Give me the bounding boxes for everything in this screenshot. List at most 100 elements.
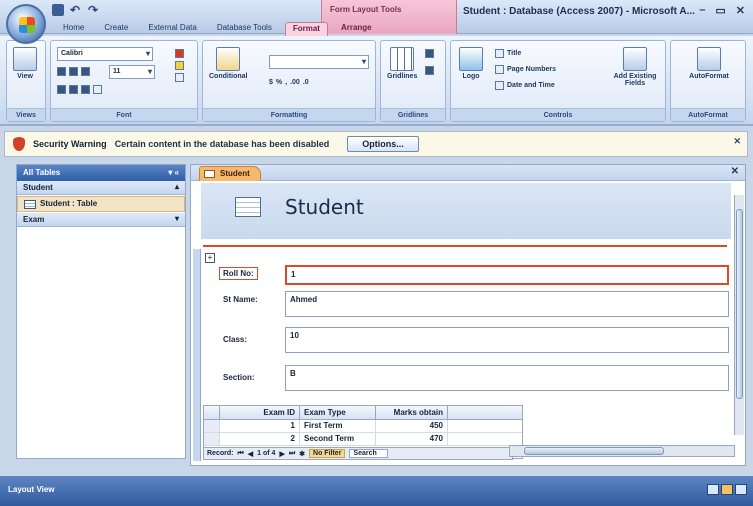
- undo-icon[interactable]: ↶: [70, 4, 82, 16]
- vertical-scrollbar[interactable]: [734, 195, 744, 435]
- horizontal-scrollbar[interactable]: [509, 445, 735, 457]
- increase-decimals-button[interactable]: .00: [290, 79, 300, 86]
- gridlines-button[interactable]: Gridlines: [387, 47, 417, 80]
- tab-database-tools[interactable]: Database Tools: [210, 22, 279, 36]
- security-warning-bar: Security Warning Certain content in the …: [4, 131, 748, 157]
- cell-exam-id[interactable]: 2: [220, 433, 300, 445]
- tab-arrange[interactable]: Arrange: [334, 22, 379, 36]
- percent-button[interactable]: %: [276, 79, 282, 86]
- col-marks-obtain[interactable]: Marks obtain: [376, 406, 448, 419]
- vertical-scroll-thumb[interactable]: [736, 209, 743, 399]
- minimize-button[interactable]: –: [699, 4, 705, 17]
- close-button[interactable]: ✕: [736, 4, 745, 17]
- col-exam-type[interactable]: Exam Type: [300, 406, 376, 419]
- gridline-style-icon[interactable]: [425, 66, 434, 75]
- autoformat-button[interactable]: AutoFormat: [681, 47, 737, 80]
- st-name-label[interactable]: St Name:: [223, 295, 258, 304]
- nav-item-student-table[interactable]: Student : Table: [17, 196, 185, 212]
- conditional-icon: [216, 47, 241, 71]
- current-record-box[interactable]: 1 of 4: [257, 450, 275, 457]
- cell-exam-id[interactable]: 1: [220, 420, 300, 432]
- st-name-field[interactable]: Ahmed: [285, 291, 729, 317]
- table-row[interactable]: 2 Second Term 470: [204, 433, 522, 446]
- page-numbers-label: Page Numbers: [507, 66, 557, 73]
- gridline-style-buttons: [425, 49, 434, 75]
- italic-icon[interactable]: [69, 67, 78, 76]
- format-combo[interactable]: [269, 55, 369, 69]
- date-time-button[interactable]: Date and Time: [495, 81, 555, 90]
- fill-color-icon[interactable]: [175, 61, 184, 70]
- cell-marks[interactable]: 450: [376, 420, 448, 432]
- view-button[interactable]: View: [13, 47, 37, 80]
- roll-no-label[interactable]: Roll No:: [219, 267, 258, 280]
- gridline-width-icon[interactable]: [425, 49, 434, 58]
- nav-pane-header[interactable]: All Tables ▾ «: [17, 165, 185, 181]
- layout-view-icon[interactable]: [721, 484, 733, 495]
- cell-exam-type[interactable]: Second Term: [300, 433, 376, 445]
- options-button[interactable]: Options...: [347, 136, 419, 152]
- conditional-button[interactable]: Conditional: [209, 47, 248, 80]
- row-selector[interactable]: [204, 420, 220, 432]
- select-all-cell[interactable]: [204, 406, 220, 419]
- font-name-combo[interactable]: Calibri: [57, 47, 153, 61]
- first-record-icon[interactable]: ⏮: [237, 450, 243, 458]
- search-box[interactable]: Search: [349, 449, 388, 458]
- form-title[interactable]: Student: [285, 195, 364, 219]
- status-text: Layout View: [8, 485, 55, 494]
- decrease-decimals-button[interactable]: .0: [303, 79, 309, 86]
- page-numbers-button[interactable]: Page Numbers: [495, 65, 556, 74]
- roll-no-field[interactable]: 1: [285, 265, 729, 285]
- shutter-bar-icon[interactable]: ▾ «: [168, 168, 179, 177]
- next-record-icon[interactable]: ▶: [279, 450, 284, 458]
- previous-record-icon[interactable]: ◀: [248, 450, 253, 458]
- cell-marks[interactable]: 470: [376, 433, 448, 445]
- cell-exam-type[interactable]: First Term: [300, 420, 376, 432]
- class-field[interactable]: 10: [285, 327, 729, 353]
- office-button[interactable]: [6, 4, 46, 44]
- filter-indicator[interactable]: No Filter: [309, 449, 346, 458]
- format-painter-icon[interactable]: [93, 85, 102, 94]
- logo-button[interactable]: Logo: [459, 47, 483, 80]
- save-icon[interactable]: [52, 4, 64, 16]
- add-existing-fields-button[interactable]: Add Existing Fields: [611, 47, 659, 87]
- form-view-icon[interactable]: [707, 484, 719, 495]
- maximize-button[interactable]: ▭: [715, 4, 725, 17]
- tab-format[interactable]: Format: [284, 22, 328, 36]
- row-selector[interactable]: [204, 433, 220, 445]
- comma-button[interactable]: ,: [285, 79, 287, 86]
- align-left-icon[interactable]: [57, 85, 66, 94]
- line-color-icon[interactable]: [175, 73, 184, 82]
- currency-button[interactable]: $: [269, 79, 273, 86]
- col-exam-id[interactable]: Exam ID: [220, 406, 300, 419]
- section-label[interactable]: Section:: [223, 373, 255, 382]
- align-center-icon[interactable]: [69, 85, 78, 94]
- class-label[interactable]: Class:: [223, 335, 247, 344]
- conditional-label: Conditional: [209, 73, 248, 80]
- gridlines-group: Gridlines Gridlines: [380, 40, 446, 122]
- design-view-icon[interactable]: [735, 484, 747, 495]
- record-selector[interactable]: [193, 249, 201, 461]
- close-icon[interactable]: ✕: [733, 136, 741, 147]
- title-button[interactable]: Title: [495, 49, 521, 58]
- tab-student-form[interactable]: Student: [199, 166, 261, 181]
- layout-selector-icon[interactable]: +: [205, 253, 215, 263]
- tab-home[interactable]: Home: [56, 22, 91, 36]
- bold-icon[interactable]: [57, 67, 66, 76]
- last-record-icon[interactable]: ⏭: [289, 450, 295, 458]
- new-record-icon[interactable]: ✱: [299, 450, 305, 458]
- tab-external-data[interactable]: External Data: [141, 22, 203, 36]
- align-right-icon[interactable]: [81, 85, 90, 94]
- underline-icon[interactable]: [81, 67, 90, 76]
- font-color-icon[interactable]: [175, 49, 184, 58]
- font-size-combo[interactable]: 11: [109, 65, 155, 79]
- section-field[interactable]: B: [285, 365, 729, 391]
- tab-create[interactable]: Create: [97, 22, 135, 36]
- redo-icon[interactable]: ↷: [88, 4, 100, 16]
- nav-group-student[interactable]: Student ▴: [17, 181, 185, 195]
- nav-group-exam[interactable]: Exam ▾: [17, 213, 185, 227]
- view-icon: [13, 47, 37, 71]
- add-fields-icon: [623, 47, 647, 71]
- table-row[interactable]: 1 First Term 450: [204, 420, 522, 433]
- horizontal-scroll-thumb[interactable]: [524, 447, 664, 455]
- document-close-icon[interactable]: ✕: [731, 166, 739, 177]
